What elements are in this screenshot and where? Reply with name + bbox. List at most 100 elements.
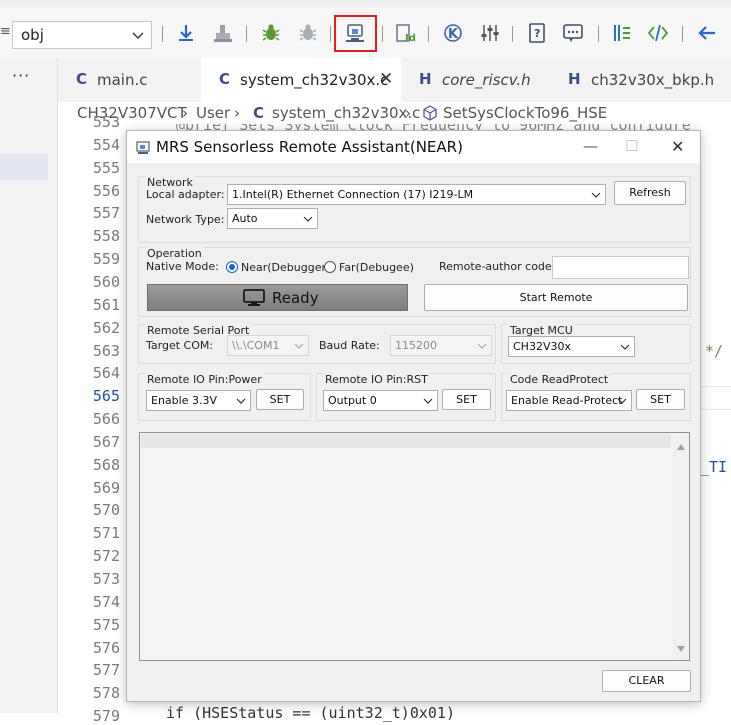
toolbar-separator (382, 26, 383, 42)
tab-core-riscv-h[interactable]: H core_riscv.h (402, 58, 549, 102)
remote-assistant-icon[interactable] (344, 22, 366, 44)
line-number: 575 (92, 615, 120, 634)
read-protect-set-button[interactable]: SET (636, 389, 685, 410)
breadcrumb-folder[interactable]: User (196, 104, 230, 122)
scroll-up-icon[interactable] (676, 436, 686, 455)
chevron-down-icon (591, 190, 601, 203)
refresh-button[interactable]: Refresh (614, 181, 686, 205)
svg-text:Id: Id (405, 33, 416, 44)
tab-ch32v30x-bkp-h[interactable]: H ch32v30x_bkp.h (550, 58, 731, 102)
selected-value: \\.\COM1 (232, 339, 280, 352)
toolbar-separator (246, 26, 247, 42)
local-adapter-select[interactable]: 1.Intel(R) Ethernet Connection (17) I219… (227, 184, 606, 205)
remote-author-code-input[interactable] (552, 256, 689, 279)
io-power-set-button[interactable]: SET (256, 389, 304, 410)
line-number: 565 (92, 387, 120, 406)
toolbar-left-edge-glyph: ≡ (0, 24, 11, 39)
far-debugee-radio[interactable] (324, 261, 336, 273)
settings-sliders-icon[interactable] (479, 22, 501, 44)
log-vertical-scrollbar[interactable] (673, 434, 688, 659)
tab-label: system_ch32v30x.c (240, 71, 389, 89)
selected-value: Enable Read-Protect (511, 394, 623, 407)
line-number: 553 (92, 113, 120, 131)
symbol-cube-icon (422, 105, 438, 125)
help-book-icon[interactable]: ? (526, 22, 548, 44)
breadcrumb-file[interactable]: system_ch32v30x.c (272, 104, 420, 122)
line-number: 557 (92, 204, 120, 223)
io-rst-select[interactable]: Output 0 (323, 390, 438, 411)
tab-label: main.c (97, 71, 148, 89)
toolbar-top-strip (0, 0, 731, 7)
breadcrumb-separator: › (182, 104, 188, 122)
debug-icon[interactable] (260, 22, 282, 44)
scroll-down-icon[interactable] (676, 638, 686, 657)
line-number: 564 (92, 364, 120, 383)
toolbar-separator (512, 26, 513, 42)
flash-icon[interactable] (212, 22, 234, 44)
line-number: 567 (92, 432, 120, 451)
io-rst-set-button[interactable]: SET (442, 389, 491, 410)
selected-value: Output 0 (328, 394, 377, 407)
near-debugger-label[interactable]: Near(Debugger) (241, 261, 330, 274)
selected-value: 1.Intel(R) Ethernet Connection (17) I219… (232, 188, 474, 201)
clear-button[interactable]: CLEAR (602, 670, 691, 692)
chip-id-icon[interactable]: Id (394, 22, 416, 44)
chevron-down-icon (294, 341, 304, 354)
selected-value: 115200 (395, 339, 437, 352)
code-fragment: if (HSEStatus == (uint32_t)0x01) (166, 704, 455, 722)
toolbar-separator (330, 26, 331, 42)
status-label: Ready (272, 289, 319, 307)
debug-disabled-icon[interactable] (297, 22, 319, 44)
network-type-select[interactable]: Auto (227, 208, 318, 229)
target-com-select[interactable]: \\.\COM1 (227, 335, 309, 356)
log-horizontal-scrollbar[interactable] (141, 434, 671, 448)
near-debugger-radio[interactable] (226, 261, 238, 273)
code-icon[interactable] (647, 22, 669, 44)
status-ready-bar: Ready (147, 284, 408, 311)
minimize-button[interactable]: — (583, 137, 598, 155)
format-icon[interactable] (611, 22, 633, 44)
c-file-icon: C (76, 70, 88, 88)
baud-rate-select[interactable]: 115200 (390, 335, 492, 356)
dialog-title: MRS Sensorless Remote Assistant(NEAR) (156, 138, 463, 156)
line-number: 569 (92, 478, 120, 497)
close-icon[interactable]: ✕ (379, 69, 393, 89)
download-icon[interactable] (175, 22, 197, 44)
line-number: 566 (92, 410, 120, 429)
close-button[interactable]: ✕ (671, 137, 684, 156)
editor-tab-bar: C main.c C system_ch32v30x.c ✕ H core_ri… (58, 58, 731, 104)
remote-author-code-label: Remote-author code: (439, 260, 556, 273)
chat-icon[interactable] (562, 22, 584, 44)
breadcrumb-separator: › (405, 104, 411, 122)
local-adapter-label: Local adapter: (146, 188, 225, 201)
breadcrumb: CH32V307VCT › User › C system_ch32v30x.c… (58, 102, 731, 124)
svg-text:K: K (448, 27, 459, 42)
breadcrumb-symbol[interactable]: SetSysClockTo96_HSE (443, 104, 607, 122)
selected-tree-item[interactable] (0, 154, 48, 180)
chevron-down-icon (477, 341, 487, 354)
code-fragment: _TI (700, 458, 728, 476)
build-config-combo[interactable]: obj (12, 21, 152, 49)
io-power-select[interactable]: Enable 3.3V (146, 390, 251, 411)
tab-main-c[interactable]: C main.c (58, 58, 200, 102)
k-icon[interactable]: K (442, 22, 464, 44)
more-actions-button[interactable]: ··· (12, 66, 30, 85)
line-number: 576 (92, 638, 120, 657)
far-debugee-label[interactable]: Far(Debugee) (339, 261, 414, 274)
monitor-icon (243, 289, 265, 311)
tab-label: core_riscv.h (442, 71, 531, 89)
line-number: 574 (92, 592, 120, 611)
code-fragment: */ (705, 342, 724, 360)
log-output-area[interactable] (139, 432, 690, 661)
maximize-button[interactable]: ☐ (625, 137, 638, 155)
target-mcu-select[interactable]: CH32V30x (508, 336, 635, 357)
start-remote-button[interactable]: Start Remote (424, 284, 688, 311)
network-type-label: Network Type: (146, 213, 225, 226)
read-protect-select[interactable]: Enable Read-Protect (506, 390, 632, 411)
tab-label: ch32v30x_bkp.h (591, 71, 715, 89)
tab-system-ch32v30x-c[interactable]: C system_ch32v30x.c ✕ (201, 58, 401, 104)
group-label: Remote IO Pin:RST (323, 373, 430, 386)
back-arrow-icon[interactable] (696, 22, 718, 44)
line-number: 561 (92, 295, 120, 314)
remote-assistant-dialog: MRS Sensorless Remote Assistant(NEAR) — … (126, 130, 701, 702)
